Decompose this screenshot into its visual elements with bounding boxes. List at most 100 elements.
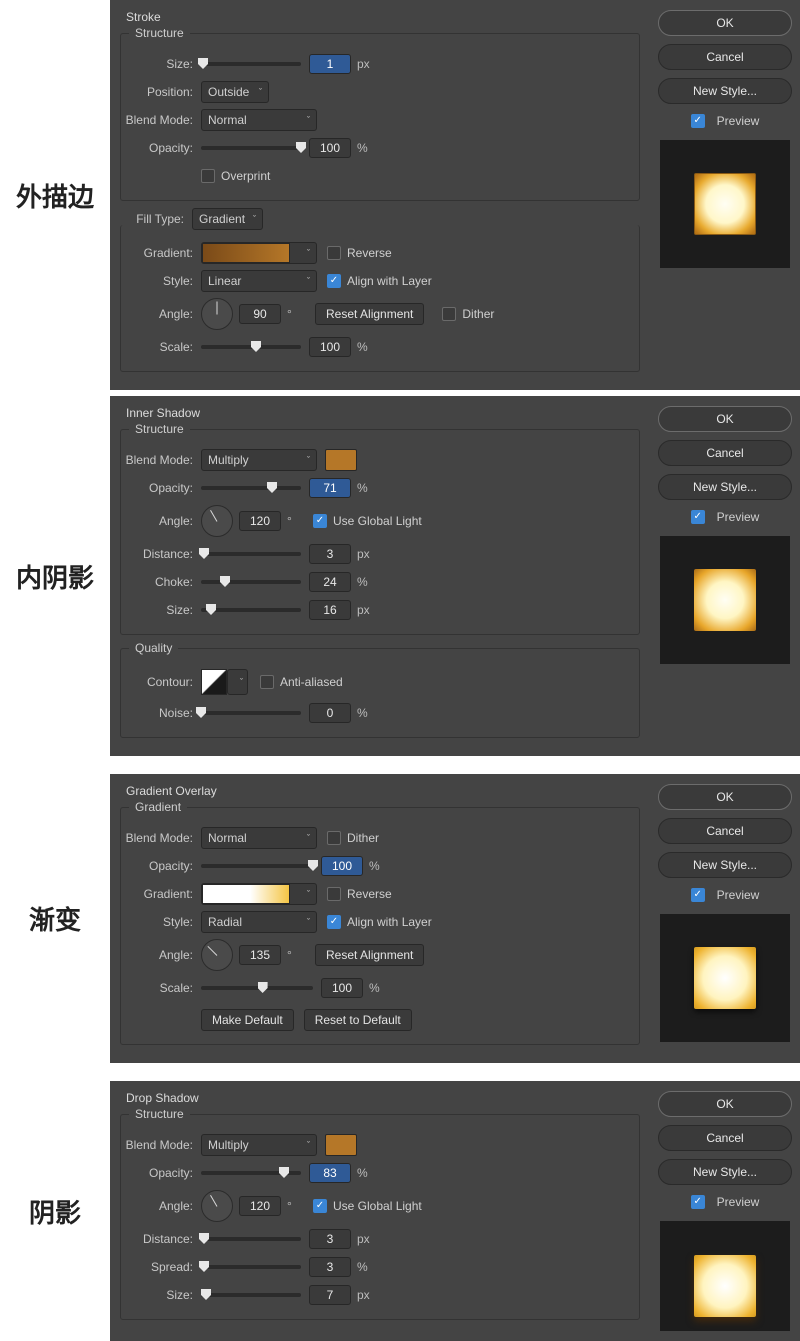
drop-right-column: OK Cancel New Style... Preview [650, 1081, 800, 1341]
stroke-opacity-slider[interactable] [201, 146, 301, 150]
preview-checkbox[interactable] [691, 114, 705, 128]
grad-title: Gradient Overlay [126, 784, 640, 798]
inner-distance-label: Distance: [121, 547, 201, 561]
stroke-gradient-select[interactable]: ˇ [201, 242, 317, 264]
preview-label: Preview [717, 888, 760, 902]
grad-dither-checkbox[interactable] [327, 831, 341, 845]
grad-reverse-checkbox[interactable] [327, 887, 341, 901]
drop-spread-field[interactable]: 3 [309, 1257, 351, 1277]
preview-checkbox[interactable] [691, 1195, 705, 1209]
inner-opacity-label: Opacity: [121, 481, 201, 495]
inner-size-field[interactable]: 16 [309, 600, 351, 620]
drop-distance-slider[interactable] [201, 1237, 301, 1241]
stroke-overprint-checkbox[interactable] [201, 169, 215, 183]
ok-button[interactable]: OK [658, 1091, 792, 1117]
inner-distance-slider[interactable] [201, 552, 301, 556]
drop-opacity-slider[interactable] [201, 1171, 301, 1175]
drop-spread-slider[interactable] [201, 1265, 301, 1269]
stroke-scale-slider[interactable] [201, 345, 301, 349]
stroke-opacity-field[interactable]: 100 [309, 138, 351, 158]
inner-opacity-slider[interactable] [201, 486, 301, 490]
unit-pct: % [357, 340, 375, 354]
grad-style-select[interactable]: Radialˇ [201, 911, 317, 933]
stroke-dither-checkbox[interactable] [442, 307, 456, 321]
grad-angle-dial[interactable] [201, 939, 233, 971]
drop-angle-dial[interactable] [201, 1190, 233, 1222]
inner-contour-picker[interactable] [201, 669, 227, 695]
grad-align-label: Align with Layer [347, 915, 432, 929]
unit-pct: % [357, 141, 375, 155]
stroke-size-field[interactable]: 1 [309, 54, 351, 74]
grad-opacity-slider[interactable] [201, 864, 313, 868]
grad-align-checkbox[interactable] [327, 915, 341, 929]
inner-color-swatch[interactable] [325, 449, 357, 471]
stroke-filltype-select[interactable]: Gradientˇ [192, 208, 263, 230]
stroke-reverse-checkbox[interactable] [327, 246, 341, 260]
ok-button[interactable]: OK [658, 10, 792, 36]
drop-angle-label: Angle: [121, 1199, 201, 1213]
cn-label-stroke: 外描边 [0, 177, 110, 214]
drop-color-swatch[interactable] [325, 1134, 357, 1156]
inner-choke-slider[interactable] [201, 580, 301, 584]
cancel-button[interactable]: Cancel [658, 1125, 792, 1151]
stroke-position-select[interactable]: Outsideˇ [201, 81, 269, 103]
drop-opacity-field[interactable]: 83 [309, 1163, 351, 1183]
inner-distance-field[interactable]: 3 [309, 544, 351, 564]
grad-scale-slider[interactable] [201, 986, 313, 990]
drop-blend-select[interactable]: Multiplyˇ [201, 1134, 317, 1156]
grad-scale-field[interactable]: 100 [321, 978, 363, 998]
stroke-position-label: Position: [121, 85, 201, 99]
stroke-angle-field[interactable]: 90 [239, 304, 281, 324]
inner-panel: Inner Shadow Structure Blend Mode: Multi… [110, 396, 650, 756]
drop-angle-field[interactable]: 120 [239, 1196, 281, 1216]
make-default-button[interactable]: Make Default [201, 1009, 294, 1031]
cancel-button[interactable]: Cancel [658, 440, 792, 466]
inner-noise-slider[interactable] [201, 711, 301, 715]
grad-gradient-select[interactable]: ˇ [201, 883, 317, 905]
ok-button[interactable]: OK [658, 406, 792, 432]
drop-distance-field[interactable]: 3 [309, 1229, 351, 1249]
stroke-gradient-label: Gradient: [121, 246, 201, 260]
inner-contour-dropdown[interactable]: ˇ [227, 669, 248, 695]
new-style-button[interactable]: New Style... [658, 474, 792, 500]
stroke-title: Stroke [126, 10, 640, 24]
inner-noise-field[interactable]: 0 [309, 703, 351, 723]
preview-thumbnail [660, 536, 790, 664]
preview-checkbox[interactable] [691, 888, 705, 902]
grad-blend-select[interactable]: Normalˇ [201, 827, 317, 849]
stroke-size-slider[interactable] [201, 62, 301, 66]
inner-antialiased-checkbox[interactable] [260, 675, 274, 689]
chevron-down-icon: ˇ [253, 214, 256, 224]
stroke-angle-dial[interactable] [201, 298, 233, 330]
preview-checkbox[interactable] [691, 510, 705, 524]
inner-global-light-checkbox[interactable] [313, 514, 327, 528]
new-style-button[interactable]: New Style... [658, 852, 792, 878]
stroke-scale-field[interactable]: 100 [309, 337, 351, 357]
inner-size-slider[interactable] [201, 608, 301, 612]
grad-angle-field[interactable]: 135 [239, 945, 281, 965]
new-style-button[interactable]: New Style... [658, 78, 792, 104]
cancel-button[interactable]: Cancel [658, 44, 792, 70]
drop-size-field[interactable]: 7 [309, 1285, 351, 1305]
stroke-reset-alignment-button[interactable]: Reset Alignment [315, 303, 424, 325]
drop-size-slider[interactable] [201, 1293, 301, 1297]
stroke-blend-select[interactable]: Normalˇ [201, 109, 317, 131]
stroke-size-label: Size: [121, 57, 201, 71]
reset-to-default-button[interactable]: Reset to Default [304, 1009, 412, 1031]
inner-opacity-field[interactable]: 71 [309, 478, 351, 498]
stroke-style-select[interactable]: Linearˇ [201, 270, 317, 292]
drop-panel: Drop Shadow Structure Blend Mode: Multip… [110, 1081, 650, 1341]
inner-choke-field[interactable]: 24 [309, 572, 351, 592]
inner-blend-select[interactable]: Multiplyˇ [201, 449, 317, 471]
cancel-button[interactable]: Cancel [658, 818, 792, 844]
inner-choke-label: Choke: [121, 575, 201, 589]
stroke-fill-group: Gradient: ˇ Reverse Style: Linearˇ [120, 225, 640, 372]
grad-angle-label: Angle: [121, 948, 201, 962]
inner-angle-field[interactable]: 120 [239, 511, 281, 531]
inner-angle-dial[interactable] [201, 505, 233, 537]
grad-reset-alignment-button[interactable]: Reset Alignment [315, 944, 424, 966]
drop-global-light-checkbox[interactable] [313, 1199, 327, 1213]
grad-opacity-field[interactable]: 100 [321, 856, 363, 876]
ok-button[interactable]: OK [658, 784, 792, 810]
stroke-align-checkbox[interactable] [327, 274, 341, 288]
